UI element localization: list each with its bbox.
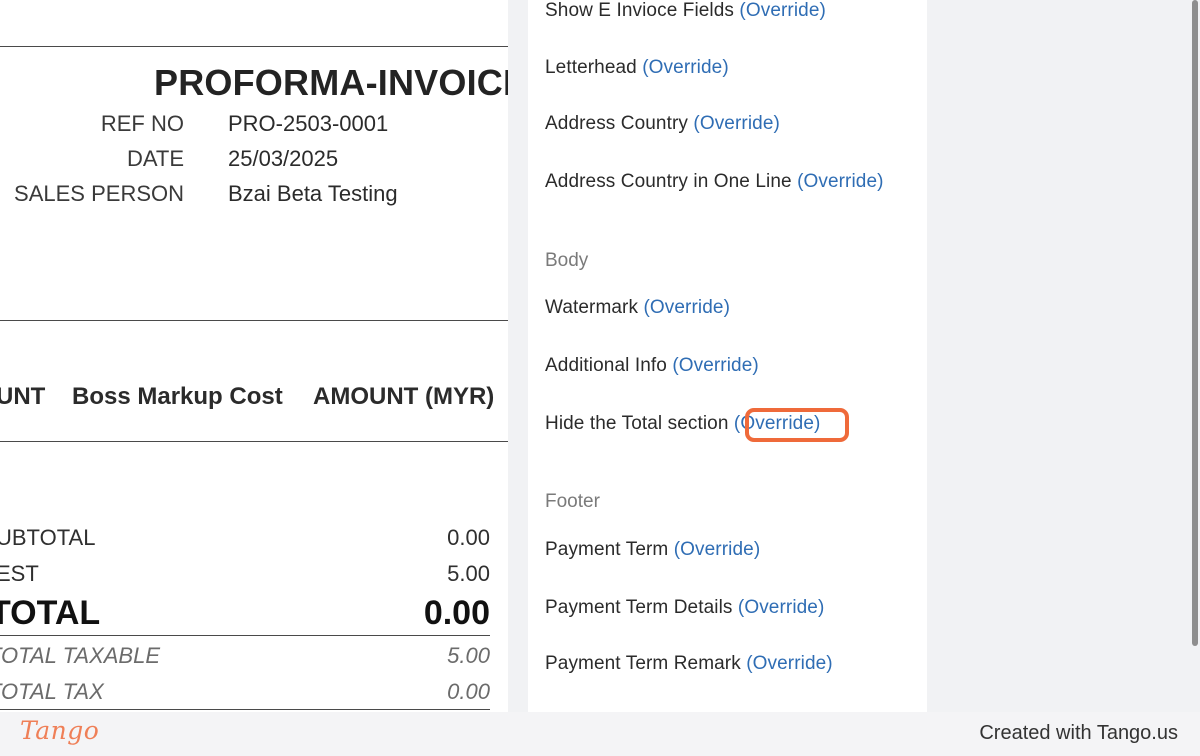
total-taxable-value: 5.00 bbox=[447, 643, 490, 668]
override-link[interactable]: (Override) bbox=[797, 171, 884, 192]
setting-label: Hide the Total section bbox=[545, 413, 729, 434]
section-heading-body: Body bbox=[545, 250, 589, 271]
setting-label: Payment Term Details bbox=[545, 597, 733, 618]
override-link[interactable]: (Override) bbox=[674, 539, 761, 560]
total-label: TOTAL bbox=[0, 594, 101, 632]
sales-person-label: SALES PERSON bbox=[14, 181, 184, 206]
setting-label: Watermark bbox=[545, 297, 639, 318]
setting-watermark: Watermark (Override) bbox=[545, 297, 730, 319]
subtotal-value: 0.00 bbox=[447, 525, 490, 550]
click-highlight-box bbox=[745, 408, 849, 442]
setting-payment-term: Payment Term (Override) bbox=[545, 539, 760, 561]
setting-label: Payment Term bbox=[545, 539, 669, 560]
column-header-amount-partial: UNT bbox=[0, 383, 46, 410]
ref-no-label: REF NO bbox=[100, 111, 184, 136]
section-heading-footer: Footer bbox=[545, 491, 600, 512]
column-header-boss-markup-cost: Boss Markup Cost bbox=[72, 383, 283, 410]
setting-label: Address Country in One Line bbox=[545, 171, 792, 192]
setting-show-e-invoice-fields: Show E Invioce Fields (Override) bbox=[545, 0, 826, 22]
setting-label: Payment Term Remark bbox=[545, 653, 741, 674]
date-label: DATE bbox=[126, 146, 184, 171]
total-tax-value: 0.00 bbox=[447, 679, 490, 704]
subtotal-label: UBTOTAL bbox=[0, 525, 96, 550]
setting-letterhead: Letterhead (Override) bbox=[545, 57, 729, 79]
setting-additional-info: Additional Info (Override) bbox=[545, 355, 759, 377]
column-header-amount-myr: AMOUNT (MYR) bbox=[313, 383, 495, 410]
scrollbar[interactable] bbox=[1192, 0, 1198, 646]
created-with-credit: Created with Tango.us bbox=[979, 722, 1178, 744]
date-value: 25/03/2025 bbox=[228, 146, 339, 171]
setting-label: Address Country bbox=[545, 113, 689, 134]
override-link[interactable]: (Override) bbox=[746, 653, 833, 674]
invoice-preview: PROFORMA-INVOICE REF NO PRO-2503-0001 DA… bbox=[0, 0, 508, 712]
table-top-rule bbox=[0, 320, 508, 321]
invoice-title: PROFORMA-INVOICE bbox=[154, 62, 508, 103]
total-rule bbox=[0, 635, 490, 636]
header-top-rule bbox=[0, 46, 508, 47]
est-label: EST bbox=[0, 561, 39, 586]
setting-payment-term-remark: Payment Term Remark (Override) bbox=[545, 653, 833, 675]
setting-label: Additional Info bbox=[545, 355, 667, 376]
ref-no-value: PRO-2503-0001 bbox=[228, 111, 389, 136]
override-link[interactable]: (Override) bbox=[739, 0, 826, 21]
total-tax-label: TOTAL TAX bbox=[0, 679, 104, 704]
sales-person-value: Bzai Beta Testing bbox=[228, 181, 398, 206]
setting-address-country-one-line: Address Country in One Line (Override) bbox=[545, 171, 884, 193]
setting-label: Show E Invioce Fields bbox=[545, 0, 735, 21]
setting-payment-term-details: Payment Term Details (Override) bbox=[545, 597, 824, 619]
override-link[interactable]: (Override) bbox=[672, 355, 759, 376]
bottom-rule bbox=[0, 709, 490, 710]
override-link[interactable]: (Override) bbox=[642, 57, 729, 78]
override-link[interactable]: (Override) bbox=[738, 597, 825, 618]
override-link[interactable]: (Override) bbox=[693, 113, 780, 134]
override-link[interactable]: (Override) bbox=[643, 297, 730, 318]
est-value: 5.00 bbox=[447, 561, 490, 586]
setting-label: Letterhead bbox=[545, 57, 637, 78]
setting-address-country: Address Country (Override) bbox=[545, 113, 780, 135]
tango-logo: Tango bbox=[20, 716, 100, 745]
total-value: 0.00 bbox=[423, 594, 490, 632]
total-taxable-label: TOTAL TAXABLE bbox=[0, 643, 160, 668]
table-header-rule bbox=[0, 441, 508, 442]
